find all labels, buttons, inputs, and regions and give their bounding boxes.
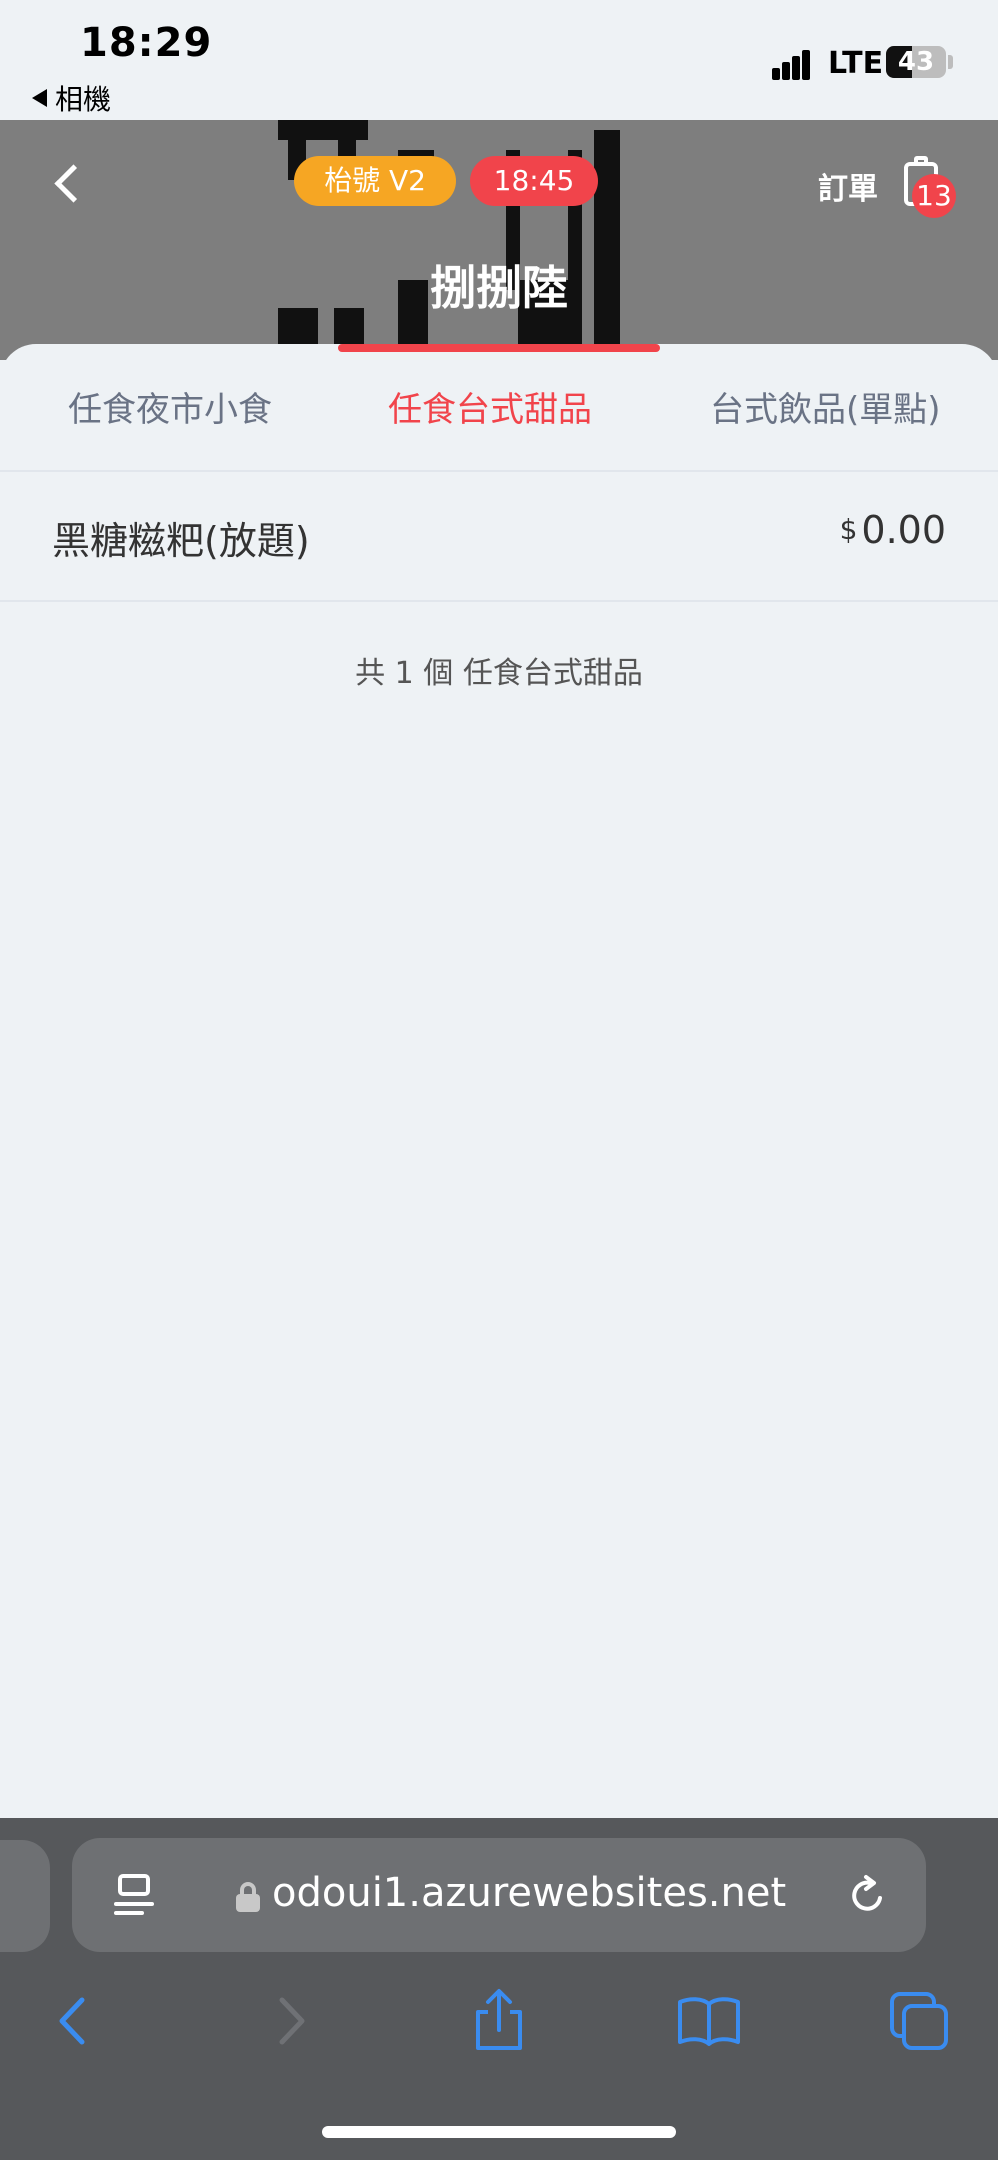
network-type: LTE [828,46,884,81]
time-badge: 18:45 [470,156,598,206]
orders-count-badge: 13 [912,174,956,218]
status-bar: 18:29 相機 LTE 43 [0,0,998,120]
tab-taiwanese-desserts[interactable]: 任食台式甜品 [388,382,592,431]
orders-label[interactable]: 訂單 [818,164,878,208]
reload-icon[interactable] [846,1874,890,1918]
status-time: 18:29 [80,20,213,66]
currency-symbol: $ [839,513,858,546]
bookmarks-icon[interactable] [674,1986,744,2056]
battery-cap [948,55,953,69]
reader-icon[interactable] [114,1874,154,1918]
back-to-app-link[interactable]: 相機 [32,78,111,118]
active-tab-indicator [338,344,660,352]
battery-icon: 43 [886,46,946,78]
list-item[interactable]: 黑糖糍粑(放題) $0.00 [0,472,998,600]
cellular-signal-icon [772,48,820,80]
price-amount: 0.00 [861,508,946,552]
tab-taiwanese-drinks[interactable]: 台式飲品(單點) [710,382,941,431]
divider [0,600,998,602]
lock-icon [236,1882,260,1912]
chevron-right-icon[interactable] [254,1986,324,2056]
item-count-summary: 共 1 個 任食台式甜品 [355,656,643,691]
browser-address-area: odoui1.azurewebsites.net [0,1818,998,1964]
share-icon[interactable] [464,1986,534,2056]
tab-night-market-snacks[interactable]: 任食夜市小食 [68,382,272,431]
url-text[interactable]: odoui1.azurewebsites.net [272,1870,786,1916]
table-number-badge: 枱號 V2 [294,156,456,206]
back-triangle-icon [32,89,47,107]
browser-toolbar [0,1964,998,2160]
item-price: $0.00 [840,508,946,552]
back-app-label: 相機 [55,83,112,116]
store-title: 捌捌陸 [430,261,568,315]
category-tabs: 任食夜市小食 任食台式甜品 台式飲品(單點) [0,344,998,470]
address-bar[interactable]: odoui1.azurewebsites.net [72,1838,926,1952]
previous-tab-preview[interactable] [0,1840,50,1952]
store-header: 枱號 V2 18:45 訂單 13 捌捌陸 [0,120,998,360]
back-button[interactable] [48,160,84,210]
chevron-left-icon[interactable] [40,1986,110,2056]
tabs-icon[interactable] [884,1986,954,2056]
home-indicator [322,2126,676,2138]
item-name: 黑糖糍粑(放題) [52,519,310,563]
battery-percent: 43 [897,47,935,77]
menu-content: 任食夜市小食 任食台式甜品 台式飲品(單點) 黑糖糍粑(放題) $0.00 共 … [0,344,998,1818]
